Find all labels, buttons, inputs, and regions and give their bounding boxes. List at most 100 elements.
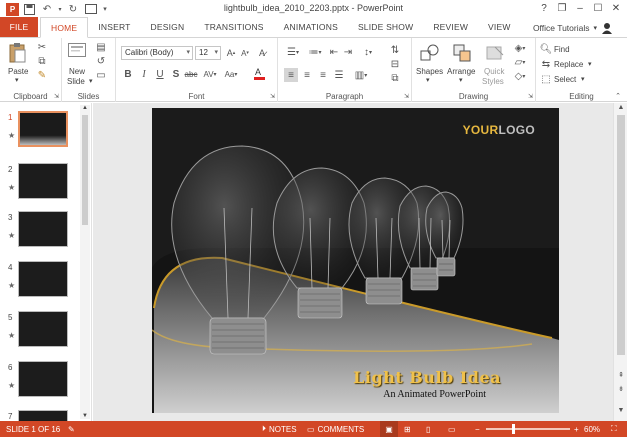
font-launcher-icon[interactable]: ⇲: [270, 93, 275, 100]
maximize-button[interactable]: ☐: [589, 0, 607, 16]
spell-check-icon[interactable]: ✎: [68, 421, 75, 437]
select-button[interactable]: Select: [554, 75, 576, 84]
account-menu[interactable]: Office Tutorials ▾: [533, 22, 613, 34]
paste-dropdown-icon[interactable]: ▾: [15, 76, 19, 84]
increase-font-size-icon[interactable]: A ▴: [225, 46, 237, 60]
zoom-level[interactable]: 60%: [584, 421, 600, 437]
decrease-indent-icon[interactable]: ⇤: [328, 46, 340, 58]
save-icon[interactable]: [21, 2, 37, 16]
scroll-down-icon[interactable]: ▼: [614, 407, 627, 414]
columns-icon[interactable]: ▥ ▾: [352, 68, 370, 82]
slide-thumbnail[interactable]: 7: [6, 410, 84, 421]
arrange-button[interactable]: Arrange: [447, 67, 475, 76]
shape-effects-icon[interactable]: ◇ ▾: [512, 70, 528, 82]
arrange-dropdown-icon[interactable]: ▾: [459, 76, 463, 84]
shape-fill-icon[interactable]: ◈ ▾: [512, 42, 528, 54]
slide-thumbnail[interactable]: 4 ★: [6, 261, 84, 301]
slide-thumbnail[interactable]: 5 ★: [6, 311, 84, 351]
underline-icon[interactable]: U: [154, 68, 166, 80]
slide-scrollbar[interactable]: ▲ ⇞ ⇟ ▼: [613, 103, 627, 421]
text-direction-icon[interactable]: ⇅: [388, 44, 402, 56]
undo-dropdown-icon[interactable]: ▾: [57, 2, 63, 16]
scroll-up-icon[interactable]: ▲: [80, 105, 90, 111]
select-icon[interactable]: ⬚: [540, 73, 552, 85]
cut-icon[interactable]: ✂: [36, 41, 48, 53]
tab-insert[interactable]: INSERT: [88, 17, 140, 37]
slide-thumbnail[interactable]: 2 ★: [6, 163, 84, 203]
shapes-icon[interactable]: [420, 42, 440, 64]
replace-icon[interactable]: ⇆: [540, 58, 552, 70]
reading-view-icon[interactable]: ▯: [426, 421, 430, 437]
tab-home[interactable]: HOME: [40, 17, 89, 38]
font-name-select[interactable]: Calibri (Body) ▾: [121, 46, 193, 60]
select-dropdown-icon[interactable]: ▾: [581, 75, 585, 83]
bullets-icon[interactable]: ☰ ▾: [284, 46, 302, 58]
find-icon[interactable]: 🔍︎: [540, 43, 553, 55]
replace-dropdown-icon[interactable]: ▾: [588, 60, 592, 68]
strikethrough-icon[interactable]: abc: [184, 68, 198, 80]
thumbnail-scrollbar[interactable]: ▲ ▼: [80, 105, 90, 419]
slide[interactable]: YOURLOGO Light Bulb Idea An Animated Pow…: [152, 108, 559, 413]
reset-icon[interactable]: ↺: [95, 56, 107, 67]
new-slide-icon[interactable]: [68, 42, 86, 58]
clipboard-launcher-icon[interactable]: ⇲: [54, 93, 59, 100]
shapes-button[interactable]: Shapes: [416, 67, 443, 76]
shapes-dropdown-icon[interactable]: ▾: [426, 76, 430, 84]
tab-review[interactable]: REVIEW: [423, 17, 478, 37]
align-center-icon[interactable]: ≡: [300, 68, 314, 82]
scroll-up-icon[interactable]: ▲: [614, 104, 627, 111]
align-text-icon[interactable]: ⊟: [388, 58, 402, 70]
tab-design[interactable]: DESIGN: [141, 17, 195, 37]
scrollbar-thumb[interactable]: [82, 115, 88, 225]
quick-styles-icon[interactable]: [484, 42, 506, 64]
tab-transitions[interactable]: TRANSITIONS: [194, 17, 273, 37]
comments-button[interactable]: ▭ COMMENTS: [307, 421, 364, 437]
section-icon[interactable]: ▭: [95, 70, 107, 81]
character-spacing-icon[interactable]: AV ▾: [202, 68, 218, 80]
paste-icon[interactable]: [8, 42, 28, 64]
copy-icon[interactable]: ⧉: [36, 55, 48, 67]
arrange-icon[interactable]: [452, 42, 472, 64]
slide-thumbnail[interactable]: 6 ★: [6, 361, 84, 401]
scroll-down-icon[interactable]: ▼: [80, 413, 90, 419]
slide-thumbnail[interactable]: 3 ★: [6, 211, 84, 251]
align-right-icon[interactable]: ≡: [316, 68, 330, 82]
collapse-ribbon-icon[interactable]: ⌃: [615, 92, 621, 100]
new-slide-label-2[interactable]: Slide: [67, 77, 85, 86]
slide-subtitle[interactable]: An Animated PowerPoint: [152, 389, 559, 400]
zoom-slider[interactable]: [486, 428, 570, 430]
quick-styles-label-1[interactable]: Quick: [484, 67, 504, 76]
justify-icon[interactable]: ☰: [332, 68, 346, 82]
notes-button[interactable]: ⏵ NOTES: [262, 421, 297, 437]
ribbon-display-options-icon[interactable]: ❐: [553, 0, 571, 16]
new-slide-dropdown-icon[interactable]: ▾: [89, 77, 93, 85]
clear-formatting-icon[interactable]: A̷: [255, 46, 269, 60]
tab-slide-show[interactable]: SLIDE SHOW: [348, 17, 423, 37]
italic-icon[interactable]: I: [138, 68, 150, 80]
find-button[interactable]: Find: [554, 45, 570, 54]
quick-styles-label-2[interactable]: Styles: [482, 77, 504, 86]
minimize-button[interactable]: –: [571, 0, 589, 16]
slide-sorter-icon[interactable]: ⊞: [404, 421, 411, 437]
replace-button[interactable]: Replace: [554, 60, 583, 69]
slide-thumbnail[interactable]: 1 ★: [6, 111, 84, 151]
change-case-icon[interactable]: Aa ▾: [222, 68, 240, 80]
normal-view-icon[interactable]: ▣: [380, 421, 398, 437]
customize-toolbar-icon[interactable]: ▾: [101, 2, 109, 16]
line-spacing-icon[interactable]: ↕ ▾: [360, 46, 376, 58]
bold-icon[interactable]: B: [122, 68, 134, 80]
start-from-beginning-icon[interactable]: [83, 2, 99, 16]
new-slide-label-1[interactable]: New: [69, 67, 85, 76]
shape-outline-icon[interactable]: ▱ ▾: [512, 56, 528, 68]
fit-slide-icon[interactable]: ⛶: [611, 421, 617, 437]
increase-indent-icon[interactable]: ⇥: [342, 46, 354, 58]
paragraph-launcher-icon[interactable]: ⇲: [404, 93, 409, 100]
close-button[interactable]: ✕: [607, 0, 625, 16]
tab-view[interactable]: VIEW: [478, 17, 521, 37]
slide-title[interactable]: Light Bulb Idea: [152, 368, 559, 387]
layout-icon[interactable]: ▤: [95, 42, 107, 53]
drawing-launcher-icon[interactable]: ⇲: [528, 93, 533, 100]
previous-slide-icon[interactable]: ⇞: [614, 371, 627, 379]
zoom-out-icon[interactable]: −: [475, 421, 480, 437]
smartart-icon[interactable]: ⧉: [388, 72, 402, 84]
